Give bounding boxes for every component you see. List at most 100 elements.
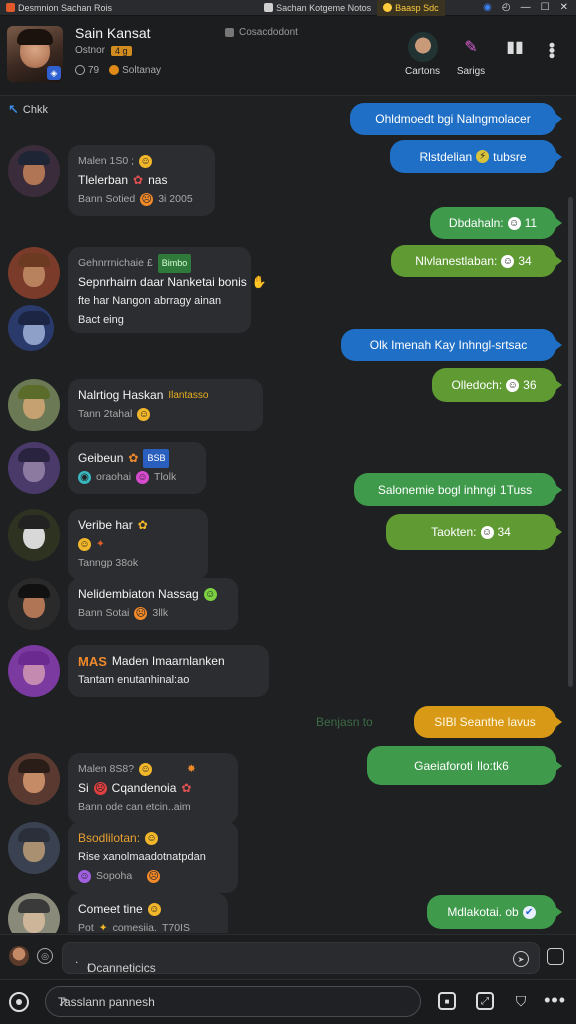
- smile-emoji-icon: ☺: [139, 763, 153, 776]
- tab-3[interactable]: Baasp Sdc: [377, 0, 445, 16]
- message-meta: Tanngp 38ok: [78, 557, 139, 569]
- tab-label: Sachan Kotgeme Notos: [276, 2, 372, 13]
- sender-avatar[interactable]: [8, 442, 60, 494]
- incoming-message[interactable]: Bsodlilotan: ☺ Rise xanolmaadotnatpdan ☺ S…: [8, 822, 238, 893]
- incoming-message[interactable]: Nalrtiog Haskan Ilantasso Tann 2tahal ☺: [8, 379, 263, 431]
- message-card: Gehnrrnichaie £ Bimbo Sepnrhairn daar Nan…: [68, 247, 267, 333]
- outgoing-message[interactable]: Ohldmoedt bgi Nalngmolacer: [350, 103, 562, 135]
- attachment-icon[interactable]: [547, 948, 564, 965]
- sticker-icon: ✿: [181, 781, 192, 795]
- tab-2[interactable]: Sachan Kotgeme Notos: [258, 0, 377, 16]
- outgoing-message[interactable]: Rlstdelian ⚡ tubsre: [390, 140, 562, 173]
- sender-avatar[interactable]: [8, 753, 60, 805]
- message-card: MAS Maden Imaarnlanken Tantam enutanhinal…: [68, 645, 269, 697]
- incoming-message[interactable]: Geibeun ✿ BSB ◉ oraohai ☺ Tlolk: [8, 442, 206, 494]
- back-label: Chkk: [22, 104, 48, 116]
- close-icon[interactable]: ✕: [560, 2, 568, 13]
- message-card: Bsodlilotan: ☺ Rise xanolmaadotnatpdan ☺ S…: [68, 822, 238, 893]
- emoji-icon: ⚡: [476, 150, 490, 163]
- sender-avatar[interactable]: [8, 379, 60, 431]
- status-text: Cosacdodont: [239, 27, 298, 38]
- incoming-message[interactable]: Comeet tine ☺ Pot ✦ comesiia. T70IS: [8, 893, 228, 933]
- sender-name: Geibeun: [78, 451, 124, 465]
- sender-name: Veribe har: [78, 518, 133, 532]
- sender-name: Comeet tine: [78, 902, 143, 916]
- message-card: Nalrtiog Haskan Ilantasso Tann 2tahal ☺: [68, 379, 263, 431]
- action-label: Sarigs: [456, 66, 486, 77]
- incoming-message[interactable]: Veribe har ✿ ☺ ✦ Tanngp 38ok: [8, 509, 208, 580]
- sender-avatar[interactable]: [8, 145, 60, 197]
- incoming-message[interactable]: MAS Maden Imaarnlanken Tantam enutanhinal…: [8, 645, 269, 697]
- minimize-icon[interactable]: —: [521, 2, 531, 13]
- settings-icon[interactable]: [9, 992, 29, 1012]
- avatar-icon: [407, 32, 438, 62]
- search-input[interactable]: Tasslann pannesh ➚: [45, 986, 421, 1017]
- incoming-message[interactable]: Nelidembiaton Nassag ☺ Bann Sotai ☹ 3llk: [8, 578, 238, 630]
- sender-avatar[interactable]: [8, 645, 60, 697]
- contact-subtitle: Ostnor 4 g: [75, 45, 132, 56]
- incoming-message[interactable]: Malen 8S8? ☺ ✸ Si ☹ Cqandenoia ✿ Bann ode can…: [8, 753, 238, 824]
- smile-emoji-icon: ☺: [507, 216, 521, 230]
- sender-avatar[interactable]: [8, 578, 60, 630]
- tab-1[interactable]: Desmnion Sachan Rois: [0, 0, 118, 16]
- smile-emoji-icon: ☺: [137, 408, 151, 421]
- clock-icon[interactable]: ◴: [502, 2, 511, 13]
- sender-name: Gehnrrnichaie £: [78, 257, 153, 269]
- message-text: Rise xanolmaadotnatpdan: [78, 851, 206, 863]
- tab-favicon-icon: [383, 3, 393, 12]
- message-meta: comesiia.: [112, 922, 157, 933]
- sun-icon: [109, 65, 120, 76]
- action-label: Cartons: [405, 66, 441, 77]
- gallery-icon[interactable]: ⤢: [476, 992, 494, 1010]
- message-card: Veribe har ✿ ☺ ✦ Tanngp 38ok: [68, 509, 208, 580]
- sender-avatar[interactable]: [8, 822, 60, 874]
- back-link[interactable]: ↖ Chkk: [8, 102, 48, 118]
- verified-badge-icon: ◈: [47, 66, 61, 80]
- outgoing-message[interactable]: Olk Imenah Kay Inhngl-srtsac: [341, 329, 562, 361]
- sender-avatar[interactable]: [8, 247, 60, 299]
- message-text: Sepnrhairn daar Nanketai bonis: [78, 275, 247, 289]
- outgoing-message[interactable]: Mdlakotai. ob ✔: [427, 895, 562, 929]
- incoming-message[interactable]: Gehnrrnichaie £ Bimbo Sepnrhairn daar Nan…: [8, 247, 267, 351]
- sender-avatar[interactable]: [8, 305, 54, 351]
- back-arrow-icon: ↖: [8, 102, 19, 117]
- camera-icon[interactable]: ◎: [37, 948, 53, 964]
- app-icon[interactable]: ◉: [483, 2, 492, 13]
- message-text: Bann Sotai: [78, 607, 130, 619]
- header-action-bars[interactable]: ▮▮: [500, 32, 530, 62]
- header-action-cartons[interactable]: Cartons: [405, 32, 440, 77]
- message-text: Bact eing: [78, 314, 124, 326]
- shield-icon[interactable]: ⛉: [512, 992, 530, 1010]
- message-meta: Tlolk: [154, 471, 177, 483]
- outgoing-message[interactable]: Taokten: ☺ 34: [386, 514, 562, 550]
- send-icon[interactable]: ➤: [513, 951, 529, 967]
- outgoing-message[interactable]: Olledoch: ☺ 36: [432, 368, 562, 402]
- tab-strip: Desmnion Sachan Rois Sachan Kotgeme Noto…: [0, 0, 576, 16]
- header-action-sarigs[interactable]: ✎ Sarigs: [456, 32, 486, 77]
- media-icon[interactable]: ■: [438, 992, 456, 1010]
- more-options-icon[interactable]: •••: [541, 42, 562, 58]
- outgoing-message[interactable]: SIBl Seanthe lavus: [414, 706, 562, 738]
- smile-emoji-icon: ☺: [145, 832, 159, 845]
- sender-avatar[interactable]: [8, 893, 60, 933]
- message-text: Cqandenoia: [111, 781, 177, 795]
- reaction-emoji-icon: ☹: [134, 607, 148, 620]
- incoming-message[interactable]: Malen 1S0 ; ☺ Tlelerban ✿ nas Bann Sotied ☹ 3…: [8, 145, 215, 216]
- contact-avatar[interactable]: ◈: [7, 26, 63, 82]
- outgoing-message[interactable]: Nlvlanestlaban: ☺ 34: [391, 245, 562, 277]
- outgoing-message[interactable]: Salonemie bogl inhngi 1Tuss: [354, 473, 562, 506]
- smile-emoji-icon: ☺: [147, 903, 161, 916]
- restore-icon[interactable]: ☐: [541, 2, 550, 13]
- message-text: Tantam enutanhinal:ao: [78, 674, 190, 686]
- more-menu-icon[interactable]: •••: [544, 990, 566, 1011]
- smile-emoji-icon: ☺: [501, 254, 515, 268]
- system-note: Benjasn to: [316, 715, 373, 729]
- sender-avatar[interactable]: [8, 509, 60, 561]
- self-avatar[interactable]: [9, 946, 29, 966]
- message-input[interactable]: I. Ocanneticics ➤: [62, 942, 540, 975]
- outgoing-message[interactable]: Dbdahaln: ☺ 11: [430, 207, 562, 239]
- outgoing-message[interactable]: Gaeiaforoti Ilo:tk6: [367, 746, 562, 785]
- chat-scrollbar[interactable]: [568, 197, 573, 687]
- chat-area: ↖ Chkk Ohldmoedt bgi Nalngmolacer Rlstde…: [0, 97, 576, 933]
- chat-header: ◈ Sain Kansat Ostnor 4 g 79 Soltanay Cos…: [0, 16, 576, 96]
